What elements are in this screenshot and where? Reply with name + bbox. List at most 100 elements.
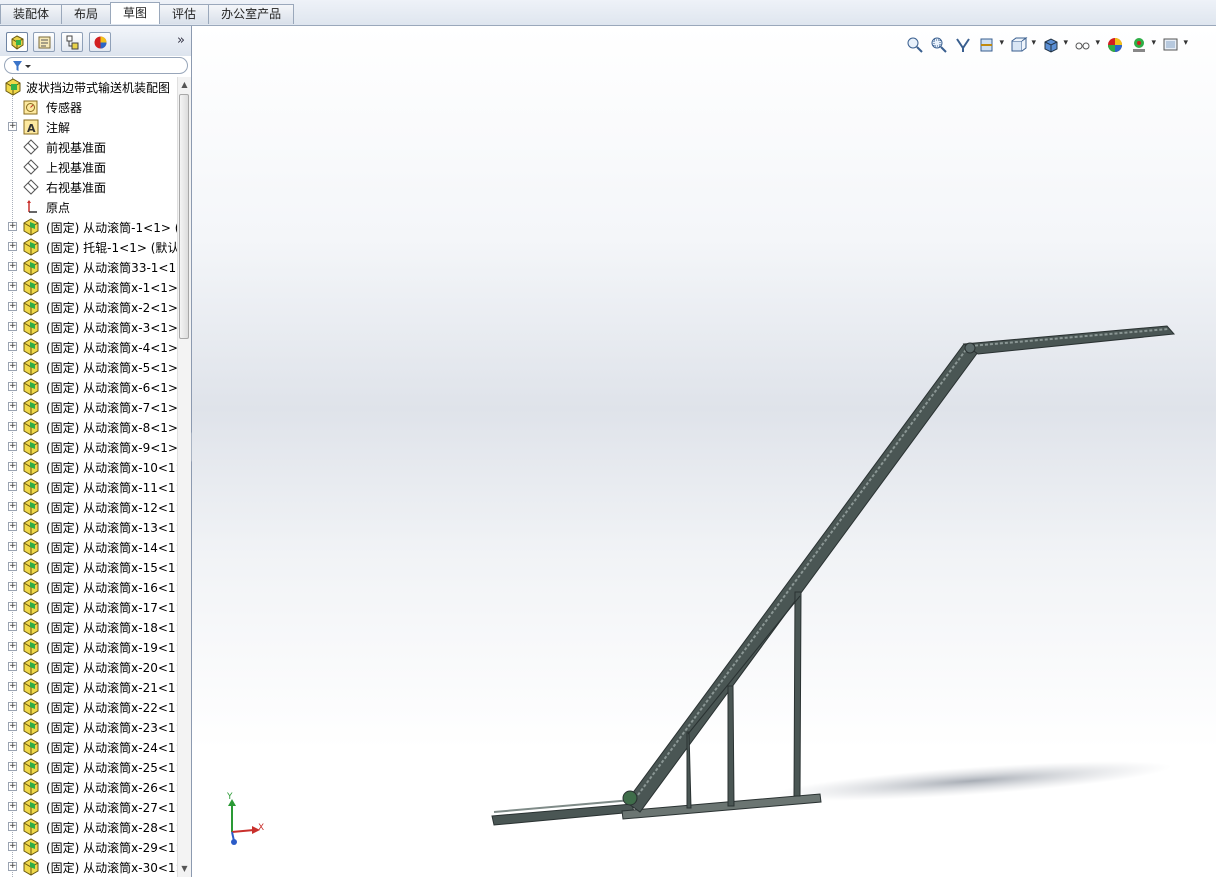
tree-item[interactable]: + (固定) 从动滚筒x-13<1> <box>0 517 177 537</box>
tree-filter-input[interactable] <box>4 57 188 74</box>
tree-item[interactable]: + (固定) 从动滚筒x-9<1> <box>0 437 177 457</box>
tree-item[interactable]: + (固定) 从动滚筒x-16<1> <box>0 577 177 597</box>
expand-toggle-icon[interactable]: + <box>8 322 17 331</box>
tree-item[interactable]: + (固定) 从动滚筒x-25<1> <box>0 757 177 777</box>
tree-item[interactable]: + (固定) 从动滚筒x-27<1> <box>0 797 177 817</box>
tree-item[interactable]: + (固定) 从动滚筒x-5<1> <box>0 357 177 377</box>
expand-toggle-icon[interactable]: + <box>8 622 17 631</box>
scroll-down-icon[interactable]: ▼ <box>180 864 189 874</box>
tree-item[interactable]: + A 注解 <box>0 117 177 137</box>
tree-item[interactable]: + (固定) 从动滚筒x-7<1> <box>0 397 177 417</box>
scrollbar-thumb[interactable] <box>179 94 189 339</box>
tree-root-item[interactable]: 波状挡边带式输送机装配图 <box>0 77 177 97</box>
tree-item[interactable]: + (固定) 从动滚筒-1<1> ( <box>0 217 177 237</box>
configuration-manager-icon <box>66 35 79 50</box>
tree-item[interactable]: + (固定) 托辊-1<1> (默认 <box>0 237 177 257</box>
expand-toggle-icon[interactable]: + <box>8 802 17 811</box>
expand-toggle-icon[interactable]: + <box>8 262 17 271</box>
tree-item[interactable]: + (固定) 从动滚筒x-24<1> <box>0 737 177 757</box>
expand-toggle-icon[interactable]: + <box>8 482 17 491</box>
tree-item[interactable]: + (固定) 从动滚筒x-18<1> <box>0 617 177 637</box>
tree-item-label: (固定) 从动滚筒x-2<1> <box>46 301 177 315</box>
property-manager-tab[interactable] <box>33 32 55 52</box>
tree-item[interactable]: + (固定) 从动滚筒x-29<1> <box>0 837 177 857</box>
tree-item[interactable]: + (固定) 从动滚筒x-10<1> <box>0 457 177 477</box>
tree-item-label: (固定) 从动滚筒x-18<1> <box>46 621 177 635</box>
expand-toggle-icon[interactable]: + <box>8 302 17 311</box>
expand-toggle-icon[interactable]: + <box>8 522 17 531</box>
expand-toggle-icon[interactable]: + <box>8 642 17 651</box>
graphics-area[interactable]: Y X <box>192 26 1216 877</box>
tree-item[interactable]: 右视基准面 <box>0 177 177 197</box>
expand-toggle-icon[interactable]: + <box>8 462 17 471</box>
tab-3[interactable]: 评估 <box>159 4 210 24</box>
tree-item[interactable]: + (固定) 从动滚筒x-1<1> <box>0 277 177 297</box>
tree-item[interactable]: + (固定) 从动滚筒x-14<1> <box>0 537 177 557</box>
expand-toggle-icon[interactable]: + <box>8 362 17 371</box>
expand-panel-icon[interactable]: » <box>177 33 185 48</box>
expand-toggle-icon[interactable]: + <box>8 382 17 391</box>
scroll-up-icon[interactable]: ▲ <box>180 80 189 90</box>
expand-toggle-icon[interactable]: + <box>8 762 17 771</box>
display-manager-tab[interactable] <box>89 32 111 52</box>
expand-toggle-icon[interactable]: + <box>8 502 17 511</box>
expand-toggle-icon[interactable]: + <box>8 122 17 131</box>
part-icon <box>22 478 40 496</box>
expand-toggle-icon[interactable]: + <box>8 582 17 591</box>
expand-toggle-icon[interactable]: + <box>8 842 17 851</box>
tree-item[interactable]: 上视基准面 <box>0 157 177 177</box>
support-leg-2 <box>727 685 735 807</box>
expand-toggle-icon[interactable]: + <box>8 682 17 691</box>
tree-item[interactable]: + (固定) 从动滚筒x-20<1> <box>0 657 177 677</box>
tree-item-label: (固定) 托辊-1<1> (默认 <box>46 241 177 255</box>
tree-item[interactable]: + (固定) 从动滚筒x-19<1> <box>0 637 177 657</box>
expand-toggle-icon[interactable]: + <box>8 722 17 731</box>
expand-toggle-icon[interactable]: + <box>8 562 17 571</box>
tree-item[interactable]: + (固定) 从动滚筒x-28<1> <box>0 817 177 837</box>
tree-item[interactable]: + (固定) 从动滚筒x-21<1> <box>0 677 177 697</box>
expand-toggle-icon[interactable]: + <box>8 822 17 831</box>
expand-toggle-icon[interactable]: + <box>8 742 17 751</box>
expand-toggle-icon[interactable]: + <box>8 282 17 291</box>
tree-item[interactable]: 传感器 <box>0 97 177 117</box>
tree-item[interactable]: + (固定) 从动滚筒x-17<1> <box>0 597 177 617</box>
expand-toggle-icon[interactable]: + <box>8 862 17 871</box>
expand-toggle-icon[interactable]: + <box>8 602 17 611</box>
tree-item[interactable]: + (固定) 从动滚筒x-4<1> <box>0 337 177 357</box>
expand-toggle-icon[interactable]: + <box>8 242 17 251</box>
configuration-manager-tab[interactable] <box>61 32 83 52</box>
tree-item[interactable]: + (固定) 从动滚筒x-26<1> <box>0 777 177 797</box>
expand-toggle-icon[interactable]: + <box>8 662 17 671</box>
expand-toggle-icon[interactable]: + <box>8 442 17 451</box>
expand-toggle-icon[interactable]: + <box>8 702 17 711</box>
filter-icon <box>13 61 31 71</box>
tab-2[interactable]: 草图 <box>110 2 161 24</box>
tree-item[interactable]: 原点 <box>0 197 177 217</box>
tree-item[interactable]: + (固定) 从动滚筒x-6<1> <box>0 377 177 397</box>
expand-toggle-icon[interactable]: + <box>8 342 17 351</box>
tree-item[interactable]: + (固定) 从动滚筒x-22<1> <box>0 697 177 717</box>
tab-0[interactable]: 装配体 <box>0 4 63 24</box>
tree-scrollbar[interactable]: ▲ ▼ <box>177 77 191 877</box>
tree-item[interactable]: + (固定) 从动滚筒x-23<1> <box>0 717 177 737</box>
part-icon <box>22 258 40 276</box>
feature-tree-tab[interactable] <box>6 32 28 52</box>
expand-toggle-icon[interactable]: + <box>8 402 17 411</box>
tree-item[interactable]: + (固定) 从动滚筒x-30<1> <box>0 857 177 877</box>
tab-4[interactable]: 办公室产品 <box>208 4 295 24</box>
tree-item[interactable]: 前视基准面 <box>0 137 177 157</box>
tree-item[interactable]: + (固定) 从动滚筒33-1<1> <box>0 257 177 277</box>
tab-1[interactable]: 布局 <box>61 4 112 24</box>
tree-item[interactable]: + (固定) 从动滚筒x-3<1> <box>0 317 177 337</box>
tree-item[interactable]: + (固定) 从动滚筒x-15<1> <box>0 557 177 577</box>
expand-toggle-icon[interactable]: + <box>8 542 17 551</box>
tree-item[interactable]: + (固定) 从动滚筒x-11<1> <box>0 477 177 497</box>
annotation-icon: A <box>22 118 40 136</box>
expand-toggle-icon[interactable]: + <box>8 782 17 791</box>
expand-toggle-icon[interactable]: + <box>8 222 17 231</box>
tree-item[interactable]: + (固定) 从动滚筒x-2<1> <box>0 297 177 317</box>
tree-item[interactable]: + (固定) 从动滚筒x-8<1> <box>0 417 177 437</box>
expand-toggle-icon[interactable]: + <box>8 422 17 431</box>
tree-item-label: (固定) 从动滚筒x-20<1> <box>46 661 177 675</box>
tree-item[interactable]: + (固定) 从动滚筒x-12<1> <box>0 497 177 517</box>
